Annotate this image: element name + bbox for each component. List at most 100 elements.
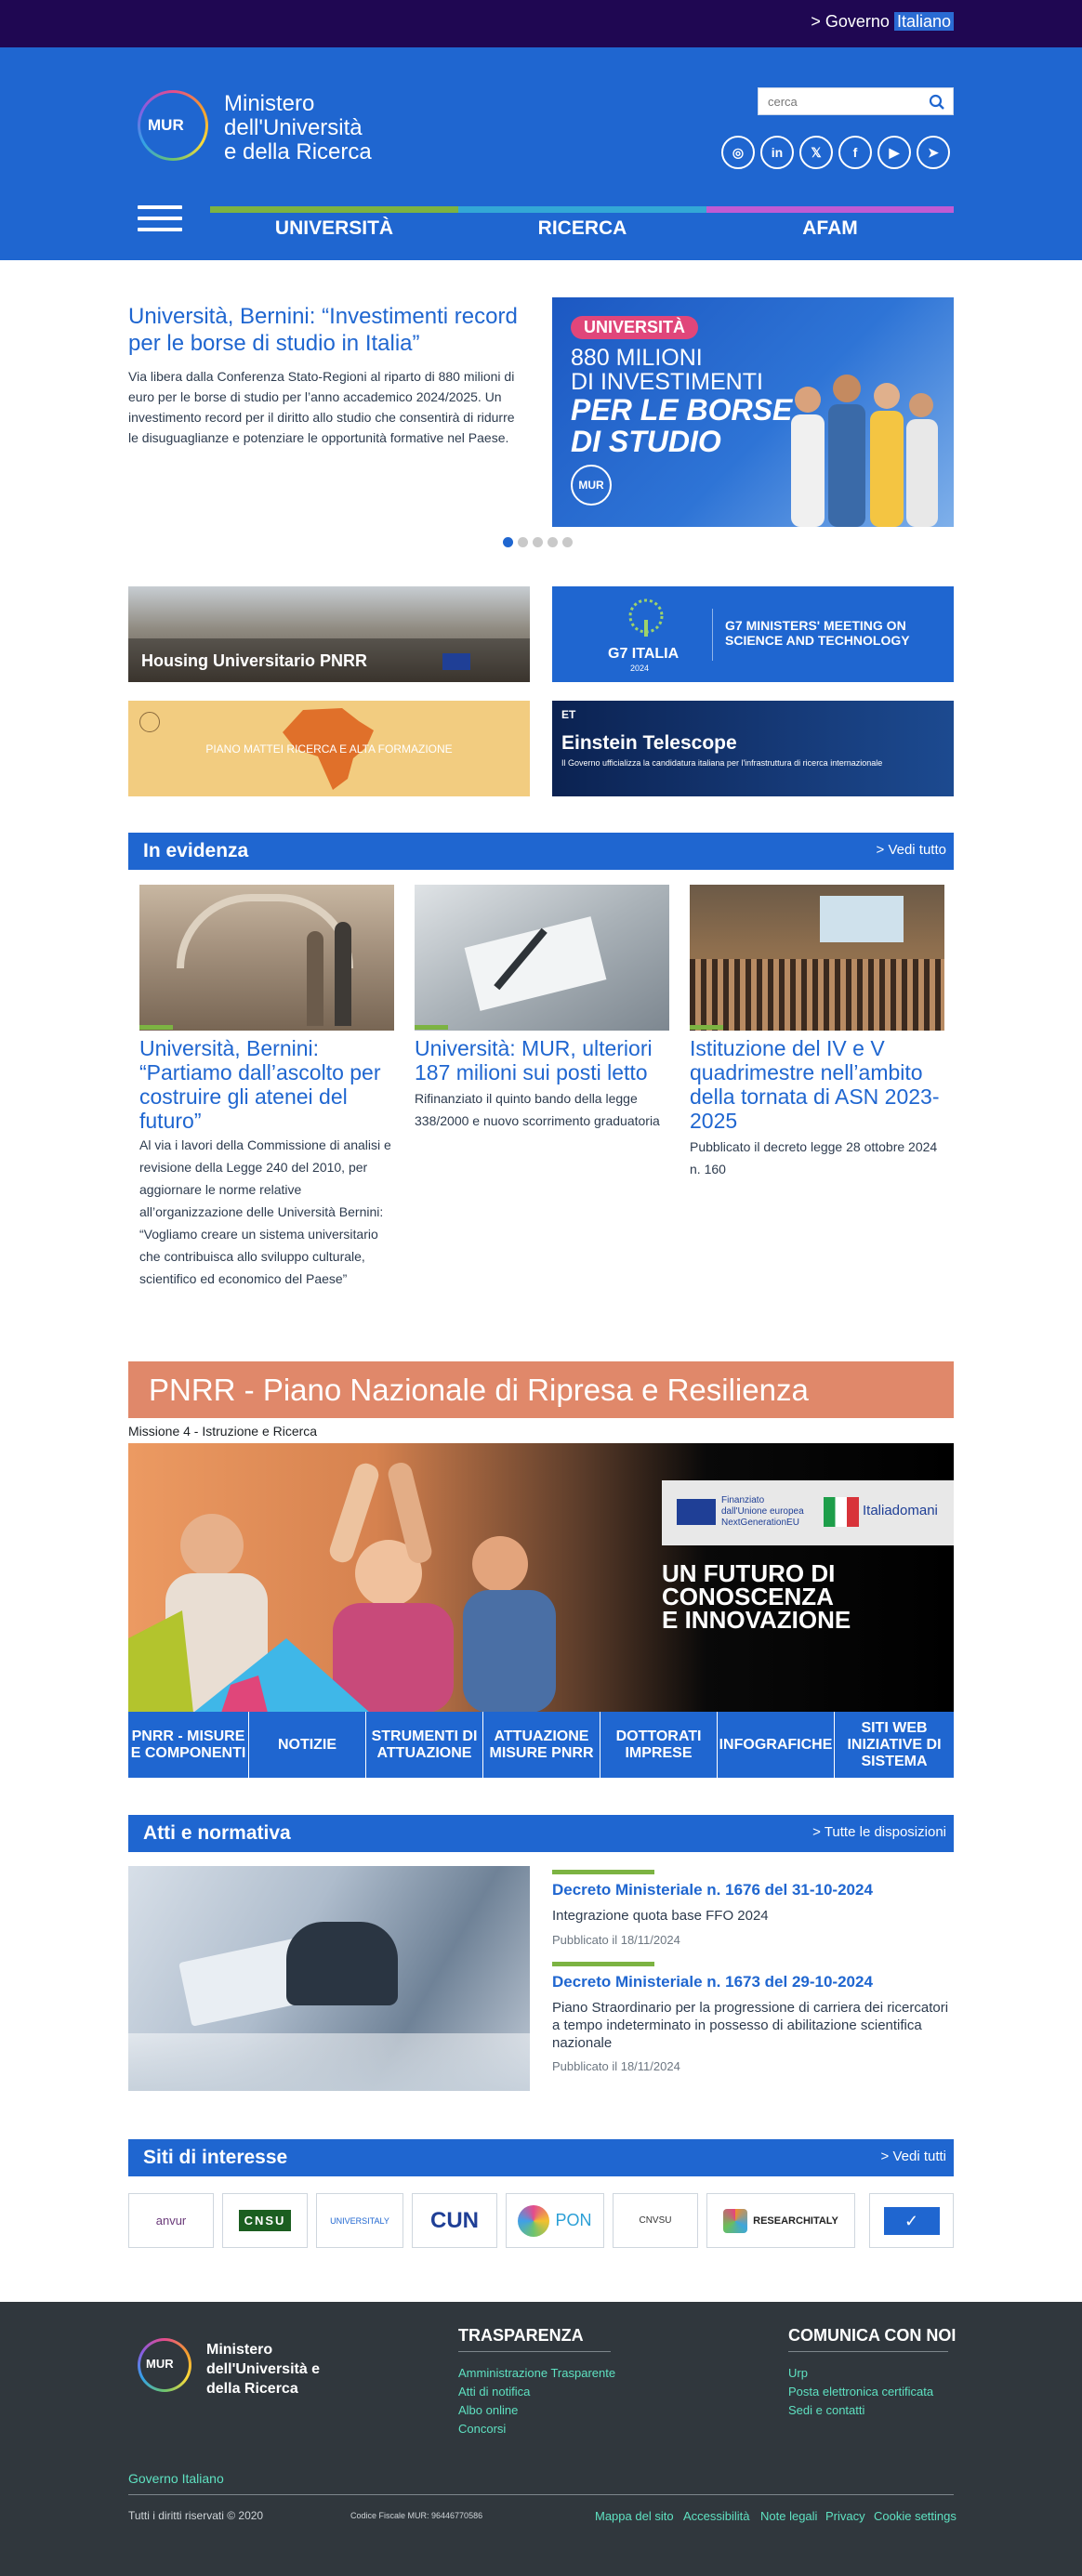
- vedi-tutto-link[interactable]: > Vedi tutto: [877, 842, 947, 858]
- cnvsu-logo[interactable]: CNVSU: [613, 2193, 698, 2248]
- instagram-icon[interactable]: ◎: [721, 136, 755, 169]
- footer-link[interactable]: Concorsi: [458, 2422, 506, 2436]
- search-icon[interactable]: [929, 94, 945, 111]
- pnrr-attuazione-button[interactable]: ATTUAZIONE MISURE PNRR: [483, 1712, 600, 1778]
- pnrr-misure-componenti-button[interactable]: PNRR - MISURE E COMPONENTI: [128, 1712, 249, 1778]
- hero-image-line1b: DI INVESTIMENTI: [571, 369, 763, 395]
- pnrr-claim: UN FUTURO DI CONOSCENZA E INNOVAZIONE: [662, 1561, 851, 1634]
- footer-logo-mark: MUR: [146, 2357, 174, 2371]
- piano-mattei-banner[interactable]: PIANO MATTEI RICERCA E ALTA FORMAZIONE: [128, 701, 530, 796]
- housing-pnrr-banner[interactable]: Housing Universitario PNRR: [128, 586, 530, 682]
- in-evidenza-header: In evidenza > Vedi tutto: [128, 833, 954, 870]
- eu-funding-text: Finanziato dall'Unione europea NextGener…: [721, 1495, 804, 1529]
- search-input[interactable]: cerca: [758, 87, 954, 115]
- carousel-dot[interactable]: [548, 537, 558, 547]
- site-footer: MUR Ministero dell'Università e della Ri…: [0, 2302, 1082, 2576]
- atto-date: Pubblicato il 18/11/2024: [552, 2059, 680, 2073]
- news-image[interactable]: [415, 885, 669, 1031]
- card-accent-bar: [415, 1025, 448, 1030]
- ministry-name[interactable]: Ministero dell'Università e della Ricerc…: [224, 92, 372, 164]
- carousel-dot[interactable]: [518, 537, 528, 547]
- carousel-dot[interactable]: [503, 537, 513, 547]
- footer-bottom-link[interactable]: Note legali: [760, 2509, 817, 2523]
- pnrr-dottorati-button[interactable]: DOTTORATI IMPRESE: [600, 1712, 718, 1778]
- eu-flag-icon: [442, 653, 470, 670]
- nav-afam[interactable]: AFAM: [706, 217, 954, 240]
- researchitaly-logo[interactable]: RESEARCHITALY: [706, 2193, 855, 2248]
- et-logo: ET: [561, 708, 576, 721]
- pnrr-claim-line: E INNOVAZIONE: [662, 1606, 851, 1634]
- vedi-tutto-label: Vedi tutto: [888, 842, 946, 858]
- hamburger-menu-icon[interactable]: [138, 205, 182, 235]
- cnsu-logo[interactable]: CNSU: [222, 2193, 308, 2248]
- pnrr-siti-web-button[interactable]: SITI WEB INIZIATIVE DI SISTEMA: [835, 1712, 954, 1778]
- tutte-disposizioni-link[interactable]: > Tutte le disposizioni: [812, 1824, 946, 1840]
- telegram-icon[interactable]: ➤: [917, 136, 950, 169]
- footer-bottom-link[interactable]: Mappa del sito: [595, 2509, 674, 2523]
- anvur-logo[interactable]: anvur: [128, 2193, 214, 2248]
- carousel-dot[interactable]: [562, 537, 573, 547]
- italiano-label: Italiano: [893, 12, 954, 31]
- news-title-link[interactable]: Università, Bernini: “Partiamo dall’asco…: [139, 1036, 394, 1133]
- youtube-icon[interactable]: ▶: [877, 136, 911, 169]
- pnrr-header[interactable]: PNRR - Piano Nazionale di Ripresa e Resi…: [128, 1361, 954, 1418]
- atto-description: Piano Straordinario per la progressione …: [552, 2000, 949, 2051]
- universitaly-logo[interactable]: UNIVERSITALY: [316, 2193, 403, 2248]
- hero-image-line2a: PER LE BORSE: [571, 393, 793, 427]
- pnrr-banner-image[interactable]: Finanziato dall'Unione europea NextGener…: [128, 1443, 954, 1713]
- chevron-right-icon: >: [811, 12, 821, 31]
- footer-link[interactable]: Urp: [788, 2366, 808, 2380]
- pnrr-strumenti-button[interactable]: STRUMENTI DI ATTUAZIONE: [366, 1712, 483, 1778]
- news-title-link[interactable]: Università: MUR, ulteriori 187 milioni s…: [415, 1036, 669, 1084]
- ministry-name-line: dell'Università: [224, 115, 363, 140]
- nav-universita[interactable]: UNIVERSITÀ: [210, 217, 458, 240]
- section-title: Atti e normativa: [143, 1822, 291, 1844]
- atto-title-link[interactable]: Decreto Ministeriale n. 1676 del 31-10-2…: [552, 1881, 873, 1899]
- atti-normativa-header: Atti e normativa > Tutte le disposizioni: [128, 1815, 954, 1852]
- footer-link[interactable]: Atti di notifica: [458, 2385, 530, 2399]
- footer-link[interactable]: Posta elettronica certificata: [788, 2385, 933, 2399]
- news-summary: Rifinanziato il quinto bando della legge…: [415, 1091, 660, 1128]
- g7-meeting-text: G7 MINISTERS' MEETING ON SCIENCE AND TEC…: [725, 618, 910, 648]
- hero-title-link[interactable]: Università, Bernini: “Investimenti recor…: [128, 303, 519, 357]
- footer-bottom-link[interactable]: Privacy: [825, 2509, 865, 2523]
- x-icon[interactable]: 𝕏: [799, 136, 833, 169]
- atto-title-link[interactable]: Decreto Ministeriale n. 1673 del 29-10-2…: [552, 1973, 873, 1991]
- cun-logo[interactable]: CUN: [412, 2193, 497, 2248]
- vedi-tutti-link[interactable]: > Vedi tutti: [881, 2149, 946, 2164]
- g7-banner[interactable]: G7 ITALIA 2024 G7 MINISTERS' MEETING ON …: [552, 586, 954, 682]
- hero-image[interactable]: UNIVERSITÀ 880 MILIONI DI INVESTIMENTI P…: [552, 297, 954, 527]
- footer-mur-logo[interactable]: MUR: [138, 2338, 191, 2392]
- footer-bottom-link[interactable]: Accessibilità: [683, 2509, 750, 2523]
- mur-logo[interactable]: MUR: [138, 90, 208, 161]
- footer-ministry-name: Ministero dell'Università e della Ricerc…: [206, 2340, 320, 2399]
- footer-bottom-link[interactable]: Cookie settings: [874, 2509, 957, 2523]
- footer-divider: [128, 2494, 954, 2495]
- hero-mur-logo: MUR: [571, 465, 612, 506]
- governo-italiano-footer-link[interactable]: Governo Italiano: [128, 2471, 224, 2486]
- einstein-title: Einstein Telescope: [561, 732, 737, 754]
- pnrr-notizie-button[interactable]: NOTIZIE: [249, 1712, 366, 1778]
- einstein-telescope-banner[interactable]: ET Einstein Telescope Il Governo ufficia…: [552, 701, 954, 796]
- news-image[interactable]: [690, 885, 944, 1031]
- carousel-dot[interactable]: [533, 537, 543, 547]
- pnrr-infografiche-button[interactable]: INFOGRAFICHE: [718, 1712, 835, 1778]
- g7-text-line: SCIENCE AND TECHNOLOGY: [725, 633, 910, 648]
- mattei-label: PIANO MATTEI RICERCA E ALTA FORMAZIONE: [205, 743, 453, 756]
- footer-link[interactable]: Sedi e contatti: [788, 2403, 864, 2417]
- news-title-link[interactable]: Istituzione del IV e V quadrimestre nell…: [690, 1036, 944, 1133]
- governo-italiano-link[interactable]: > Governo Italiano: [811, 12, 954, 32]
- news-image[interactable]: [139, 885, 394, 1031]
- facebook-icon[interactable]: f: [838, 136, 872, 169]
- people-high-five-illustration: [128, 1463, 556, 1713]
- linkedin-icon[interactable]: in: [760, 136, 794, 169]
- footer-link[interactable]: Albo online: [458, 2403, 518, 2417]
- footer-link[interactable]: Amministrazione Trasparente: [458, 2366, 615, 2380]
- ans-logo[interactable]: ✓: [869, 2193, 954, 2248]
- pon-logo[interactable]: PON: [506, 2193, 604, 2248]
- nav-ricerca[interactable]: RICERCA: [458, 217, 706, 240]
- footer-name-line: della Ricerca: [206, 2381, 298, 2397]
- search-placeholder: cerca: [768, 95, 798, 109]
- mur-logo-mark: MUR: [148, 116, 184, 134]
- mur-small-logo: [139, 712, 160, 732]
